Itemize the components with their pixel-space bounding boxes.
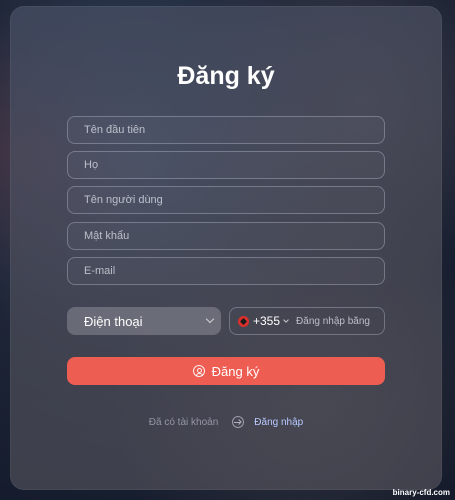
page-title: Đăng ký <box>177 62 275 90</box>
login-link[interactable]: Đăng nhập <box>254 417 303 428</box>
username-input[interactable] <box>67 186 385 214</box>
have-account-text: Đã có tài khoản <box>148 416 219 428</box>
email-input[interactable] <box>67 257 385 285</box>
chevron-down-icon[interactable] <box>283 316 289 323</box>
chevron-down-icon <box>205 314 215 324</box>
login-icon[interactable] <box>232 416 245 428</box>
albania-flag-icon <box>238 315 249 327</box>
register-card: Đăng ký Điện thoại +355 Đăng ký Đã có tà… <box>10 6 442 490</box>
password-input[interactable] <box>67 222 385 250</box>
register-button[interactable]: Đăng ký <box>67 357 385 385</box>
contact-method-value: Điện thoại <box>84 313 143 329</box>
phone-input[interactable] <box>296 315 373 327</box>
register-button-label: Đăng ký <box>211 363 260 379</box>
watermark: binary-cfd.com <box>392 488 450 497</box>
login-prompt: Đã có tài khoản Đăng nhập <box>10 416 442 428</box>
contact-method-select[interactable]: Điện thoại <box>67 307 221 335</box>
phone-field[interactable]: +355 <box>229 307 385 335</box>
first-name-input[interactable] <box>67 116 385 144</box>
user-icon <box>192 365 205 377</box>
country-code[interactable]: +355 <box>253 314 280 328</box>
last-name-input[interactable] <box>67 151 385 179</box>
